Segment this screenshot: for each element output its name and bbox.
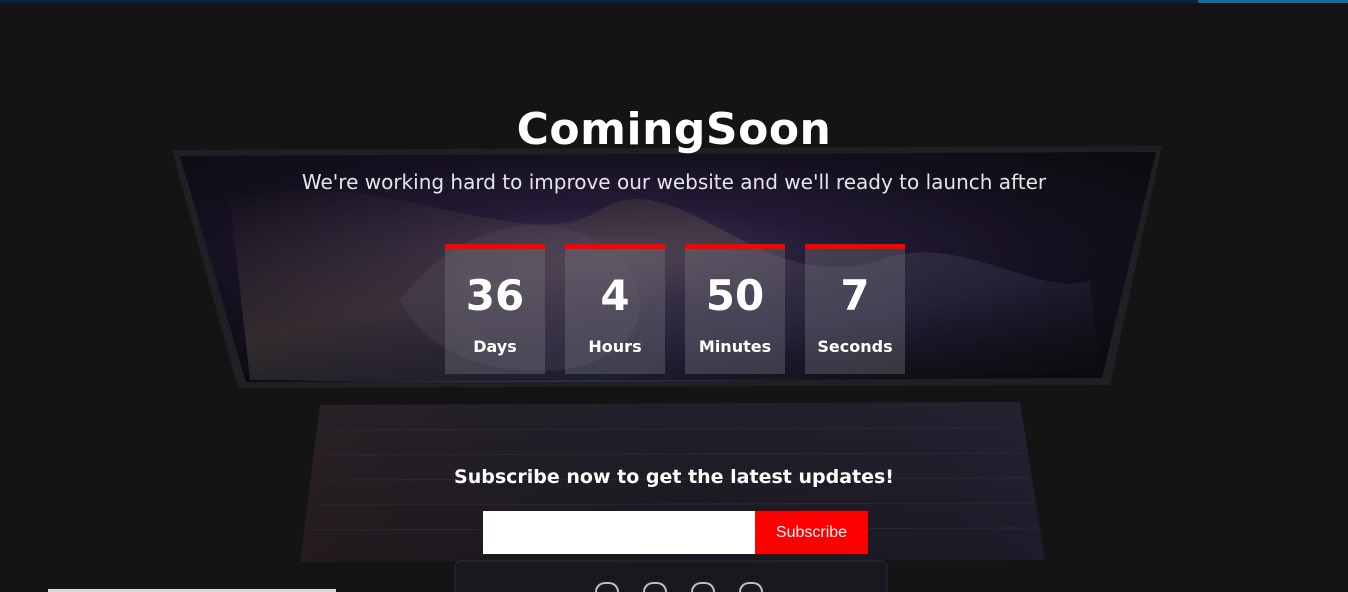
social-icon-4[interactable] — [739, 582, 763, 592]
main-content: ComingSoon We're working hard to improve… — [0, 0, 1348, 592]
countdown-minutes-value: 50 — [705, 271, 765, 320]
social-icon-3[interactable] — [691, 582, 715, 592]
countdown-hours-label: Hours — [588, 337, 642, 356]
countdown-minutes-label: Minutes — [698, 337, 772, 356]
countdown-hours-value: 4 — [600, 271, 630, 320]
countdown-hours: 4 Hours — [565, 244, 665, 374]
social-icon-1[interactable] — [595, 582, 619, 592]
countdown-days-value: 36 — [465, 271, 525, 320]
countdown-seconds: 7 Seconds — [805, 244, 905, 374]
social-links — [595, 582, 763, 592]
countdown-minutes: 50 Minutes — [685, 244, 785, 374]
countdown-seconds-value: 7 — [840, 271, 870, 320]
countdown-days: 36 Days — [445, 244, 545, 374]
countdown-seconds-label: Seconds — [817, 337, 893, 356]
countdown-timer: 36 Days 4 Hours 50 Minutes 7 Seconds — [445, 244, 905, 374]
page-subtitle: We're working hard to improve our websit… — [301, 170, 1047, 194]
countdown-days-label: Days — [473, 337, 517, 356]
subscribe-button[interactable]: Subscribe — [755, 511, 868, 554]
subscribe-heading: Subscribe now to get the latest updates! — [454, 466, 894, 488]
social-icon-2[interactable] — [643, 582, 667, 592]
email-input[interactable] — [483, 511, 755, 554]
page-title: ComingSoon — [516, 104, 832, 155]
coming-soon-page: ComingSoon We're working hard to improve… — [0, 0, 1348, 592]
subscribe-form: Subscribe — [483, 511, 868, 554]
